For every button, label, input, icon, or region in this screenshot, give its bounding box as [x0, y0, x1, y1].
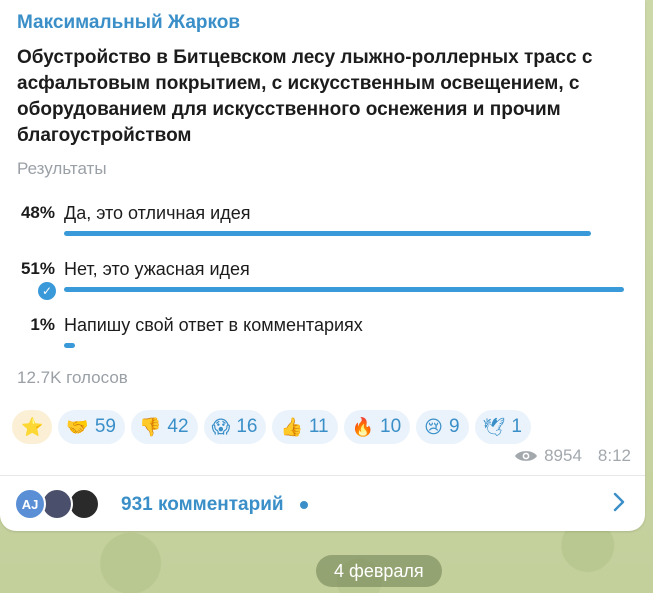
author-name[interactable]: Максимальный Жарков — [17, 12, 240, 34]
poll-option-bar — [64, 287, 624, 292]
handshake-icon: 🤝 — [66, 417, 89, 437]
poll-option-percent: 48% — [20, 203, 55, 222]
chosen-check-icon: ✓ — [38, 282, 56, 300]
reaction-cry[interactable]: 😢 9 — [416, 410, 469, 444]
reaction-count: 16 — [236, 416, 258, 437]
message-time: 8:12 — [597, 446, 631, 465]
reactions-bar: ⭐ 🤝 59 👎 42 😱 16 👍 11 🔥 10 😢 9 🕊 1 — [12, 410, 531, 444]
chevron-right-icon — [613, 492, 625, 512]
vote-count[interactable]: 12.7K голосов — [17, 368, 128, 388]
reaction-handshake[interactable]: 🤝 59 — [58, 410, 125, 444]
dove-icon: 🕊 — [482, 417, 506, 437]
cry-icon: 😢 — [424, 417, 443, 437]
fire-icon: 🔥 — [351, 417, 375, 437]
view-count: 8954 — [544, 446, 582, 465]
thumbs-down-icon: 👎 — [138, 417, 162, 437]
poll-option-bar — [64, 343, 75, 348]
eye-icon — [515, 451, 538, 461]
message-meta: 8954 8:12 — [514, 446, 631, 466]
reaction-count: 11 — [308, 416, 329, 437]
reaction-thumbs-down[interactable]: 👎 42 — [130, 410, 198, 444]
poll-option-text: Нет, это ужасная идея — [64, 259, 250, 279]
poll-option-text: Да, это отличная идея — [64, 203, 251, 223]
thumbs-up-icon: 👍 — [280, 417, 303, 437]
reaction-count: 9 — [448, 416, 460, 437]
reaction-count: 42 — [167, 416, 189, 437]
reaction-count: 10 — [380, 416, 402, 437]
reaction-scream[interactable]: 😱 16 — [203, 410, 267, 444]
message-bubble[interactable]: Максимальный Жарков Обустройство в Битце… — [0, 0, 645, 531]
avatar: AJ — [14, 488, 46, 520]
unread-dot-icon — [300, 501, 308, 509]
poll-option-percent: 51% — [20, 259, 55, 278]
poll-option-text: Напишу свой ответ в комментариях — [64, 315, 363, 335]
comments-button[interactable]: AJ 931 комментарий — [0, 476, 645, 531]
reaction-fire[interactable]: 🔥 10 — [343, 410, 411, 444]
reaction-thumbs-up[interactable]: 👍 11 — [272, 410, 338, 444]
reaction-count: 1 — [511, 416, 522, 437]
reaction-star[interactable]: ⭐ — [12, 410, 53, 444]
comments-label: 931 комментарий — [121, 494, 284, 515]
poll-results-label: Результаты — [17, 159, 107, 178]
commenter-avatars: AJ — [14, 488, 109, 520]
reaction-count: 59 — [94, 416, 116, 437]
poll-option-percent: 1% — [30, 315, 55, 334]
poll-question: Обустройство в Битцевском лесу лыжно-рол… — [17, 47, 593, 146]
date-separator: 4 февраля — [316, 555, 442, 587]
scream-icon: 😱 — [211, 417, 231, 437]
poll-option-bar — [64, 231, 591, 236]
star-icon: ⭐ — [21, 417, 44, 437]
reaction-dove[interactable]: 🕊 1 — [474, 410, 531, 444]
